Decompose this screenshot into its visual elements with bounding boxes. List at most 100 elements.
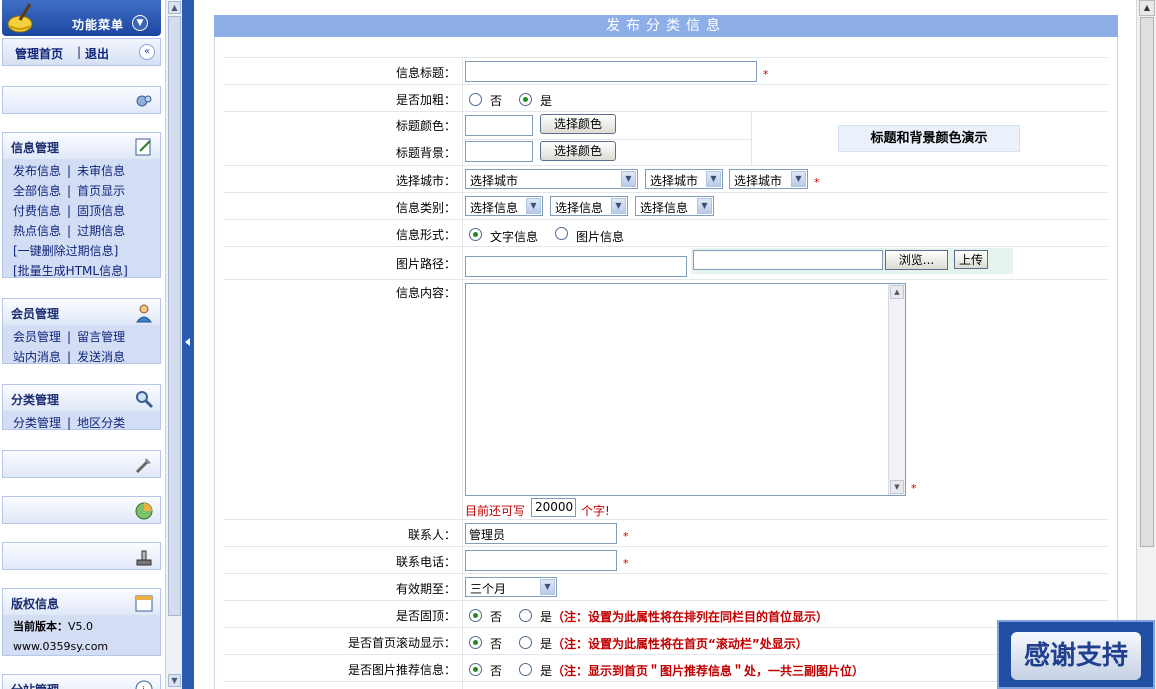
pie-chart-icon[interactable]: [134, 501, 154, 521]
copyright-section-title: 版权信息: [11, 597, 60, 611]
label-category: 信息类别：: [395, 201, 456, 215]
bold-yes-radio[interactable]: [519, 93, 532, 106]
chevron-down-icon: ▼: [697, 198, 712, 214]
sidebar-box-member: 会员管理 会员管理 | 留言管理 站内消息 | 发送消息: [2, 298, 161, 364]
scroll-up-icon[interactable]: ▲: [890, 285, 904, 299]
left-scrollbar[interactable]: ▲ ▼: [165, 0, 182, 689]
row-bold: 是否加粗： 否 是: [224, 84, 1108, 111]
link-hot-info[interactable]: 热点信息: [13, 224, 61, 238]
tools-icon[interactable]: [134, 455, 154, 475]
scroll-yes-radio[interactable]: [519, 636, 532, 649]
top-no-radio[interactable]: [469, 609, 482, 622]
scroll-no-label: 否: [490, 637, 503, 651]
sidebar-box-info: 信息管理 发布信息 | 未审信息 全部信息 | 首页显示 付费信息 | 固顶信息 热点信息 |…: [2, 132, 161, 278]
remaining-count: 20000: [531, 498, 576, 517]
image-path-input[interactable]: [465, 256, 687, 277]
label-image-path: 图片路径：: [395, 257, 456, 271]
gears-icon[interactable]: [134, 91, 154, 111]
city-select-1[interactable]: 选择城市 ▼: [465, 169, 638, 189]
scroll-no-radio[interactable]: [469, 636, 482, 649]
recommend-no-radio[interactable]: [469, 663, 482, 676]
city-select-2[interactable]: 选择城市 ▼: [645, 169, 723, 189]
sidebar-box-blank-2: [2, 450, 161, 478]
top-yes-radio[interactable]: [519, 609, 532, 622]
link-delete-expired[interactable]: [一键删除过期信息]: [13, 244, 118, 258]
link-publish-info[interactable]: 发布信息: [13, 164, 61, 178]
scroll-down-icon[interactable]: ▼: [168, 674, 181, 687]
row-expiry: 有效期至： 三个月 ▼: [224, 573, 1108, 600]
row-city: 选择城市： 选择城市 ▼ 选择城市 ▼ 选择城市 ▼ *: [224, 165, 1108, 192]
choose-title-color-button[interactable]: 选择颜色: [540, 114, 616, 134]
sidebar-box-blank-1: [2, 86, 161, 114]
collapse-left-icon[interactable]: [185, 338, 190, 346]
thanks-badge[interactable]: 感谢支持: [997, 620, 1155, 689]
sidebar-box-blank-4: [2, 542, 161, 570]
row-image-path: 图片路径： 浏览... 上传: [224, 246, 1108, 279]
scroll-down-icon[interactable]: ▼: [890, 480, 904, 494]
title-color-input[interactable]: [465, 115, 533, 136]
title-bg-input[interactable]: [465, 141, 533, 162]
label-recommend: 是否图片推荐信息：: [347, 663, 456, 677]
link-homepage-display[interactable]: 首页显示: [77, 184, 125, 198]
title-input[interactable]: [465, 61, 757, 82]
required-mark: *: [623, 557, 629, 570]
choose-bg-color-button[interactable]: 选择颜色: [540, 141, 616, 161]
link-pinned-info[interactable]: 固顶信息: [77, 204, 125, 218]
required-mark: *: [623, 530, 629, 543]
recommend-no-label: 否: [490, 664, 503, 678]
link-unreviewed-info[interactable]: 未审信息: [77, 164, 125, 178]
page-scroll-thumb[interactable]: [1140, 17, 1154, 547]
chevron-down-icon: ▼: [611, 198, 626, 214]
chevron-down-icon: ▼: [540, 579, 555, 595]
link-paid-info[interactable]: 付费信息: [13, 204, 61, 218]
remaining-suffix: 个字!: [581, 504, 610, 518]
chevron-down-icon: ▼: [791, 171, 806, 187]
file-input[interactable]: [693, 250, 883, 270]
link-send-message[interactable]: 发送消息: [77, 350, 125, 364]
info-section-title: 信息管理: [11, 141, 60, 155]
category-select-1[interactable]: 选择信息 ▼: [465, 196, 543, 216]
link-category-manage[interactable]: 分类管理: [13, 416, 61, 430]
link-message-manage[interactable]: 留言管理: [77, 330, 125, 344]
format-text-radio[interactable]: [469, 228, 482, 241]
form-title: 发布分类信息: [214, 15, 1118, 37]
link-member-manage[interactable]: 会员管理: [13, 330, 61, 344]
label-format: 信息形式：: [395, 228, 456, 242]
row-top: 是否固顶： 否 是 （注：设置为此属性将在排列在同栏目的首位显示）: [224, 600, 1108, 627]
logout-link[interactable]: 退出: [85, 45, 109, 62]
content-scrollbar[interactable]: ▲ ▼: [888, 284, 905, 495]
expiry-select[interactable]: 三个月 ▼: [465, 577, 557, 597]
category-select-2[interactable]: 选择信息 ▼: [550, 196, 628, 216]
collapse-menu-icon[interactable]: ▼: [132, 15, 148, 31]
left-scroll-thumb[interactable]: [168, 16, 181, 616]
contact-input[interactable]: 管理员: [465, 523, 617, 544]
upload-button[interactable]: 上传: [954, 250, 988, 269]
format-image-radio[interactable]: [555, 227, 568, 240]
link-site-messages[interactable]: 站内消息: [13, 350, 61, 364]
double-chevron-left-icon[interactable]: «: [139, 44, 155, 60]
svg-text:i: i: [142, 684, 145, 689]
required-mark: *: [911, 482, 917, 495]
bold-no-radio[interactable]: [469, 93, 482, 106]
user-icon: [136, 304, 152, 323]
page-scrollbar[interactable]: ▲: [1136, 0, 1156, 689]
browse-button[interactable]: 浏览...: [885, 250, 948, 270]
scroll-up-icon[interactable]: ▲: [168, 1, 181, 14]
link-expired-info[interactable]: 过期信息: [77, 224, 125, 238]
recommend-yes-radio[interactable]: [519, 663, 532, 676]
scroll-up-icon[interactable]: ▲: [1139, 0, 1155, 16]
bold-yes-label: 是: [540, 94, 553, 108]
content-textarea[interactable]: ▲ ▼: [465, 283, 906, 496]
link-region-category[interactable]: 地区分类: [77, 416, 125, 430]
link-all-info[interactable]: 全部信息: [13, 184, 61, 198]
city-select-3[interactable]: 选择城市 ▼: [729, 169, 808, 189]
home-link[interactable]: 管理首页: [15, 45, 63, 62]
stamp-icon[interactable]: [134, 547, 154, 567]
row-contact: 联系人： 管理员 *: [224, 519, 1108, 546]
link-generate-html[interactable]: [批量生成HTML信息]: [13, 264, 128, 278]
top-note: （注：设置为此属性将在排列在同栏目的首位显示）: [552, 610, 829, 624]
panel-toggle-bar[interactable]: [182, 0, 194, 689]
category-select-3[interactable]: 选择信息 ▼: [635, 196, 714, 216]
recommend-yes-label: 是: [540, 664, 553, 678]
phone-input[interactable]: [465, 550, 617, 571]
